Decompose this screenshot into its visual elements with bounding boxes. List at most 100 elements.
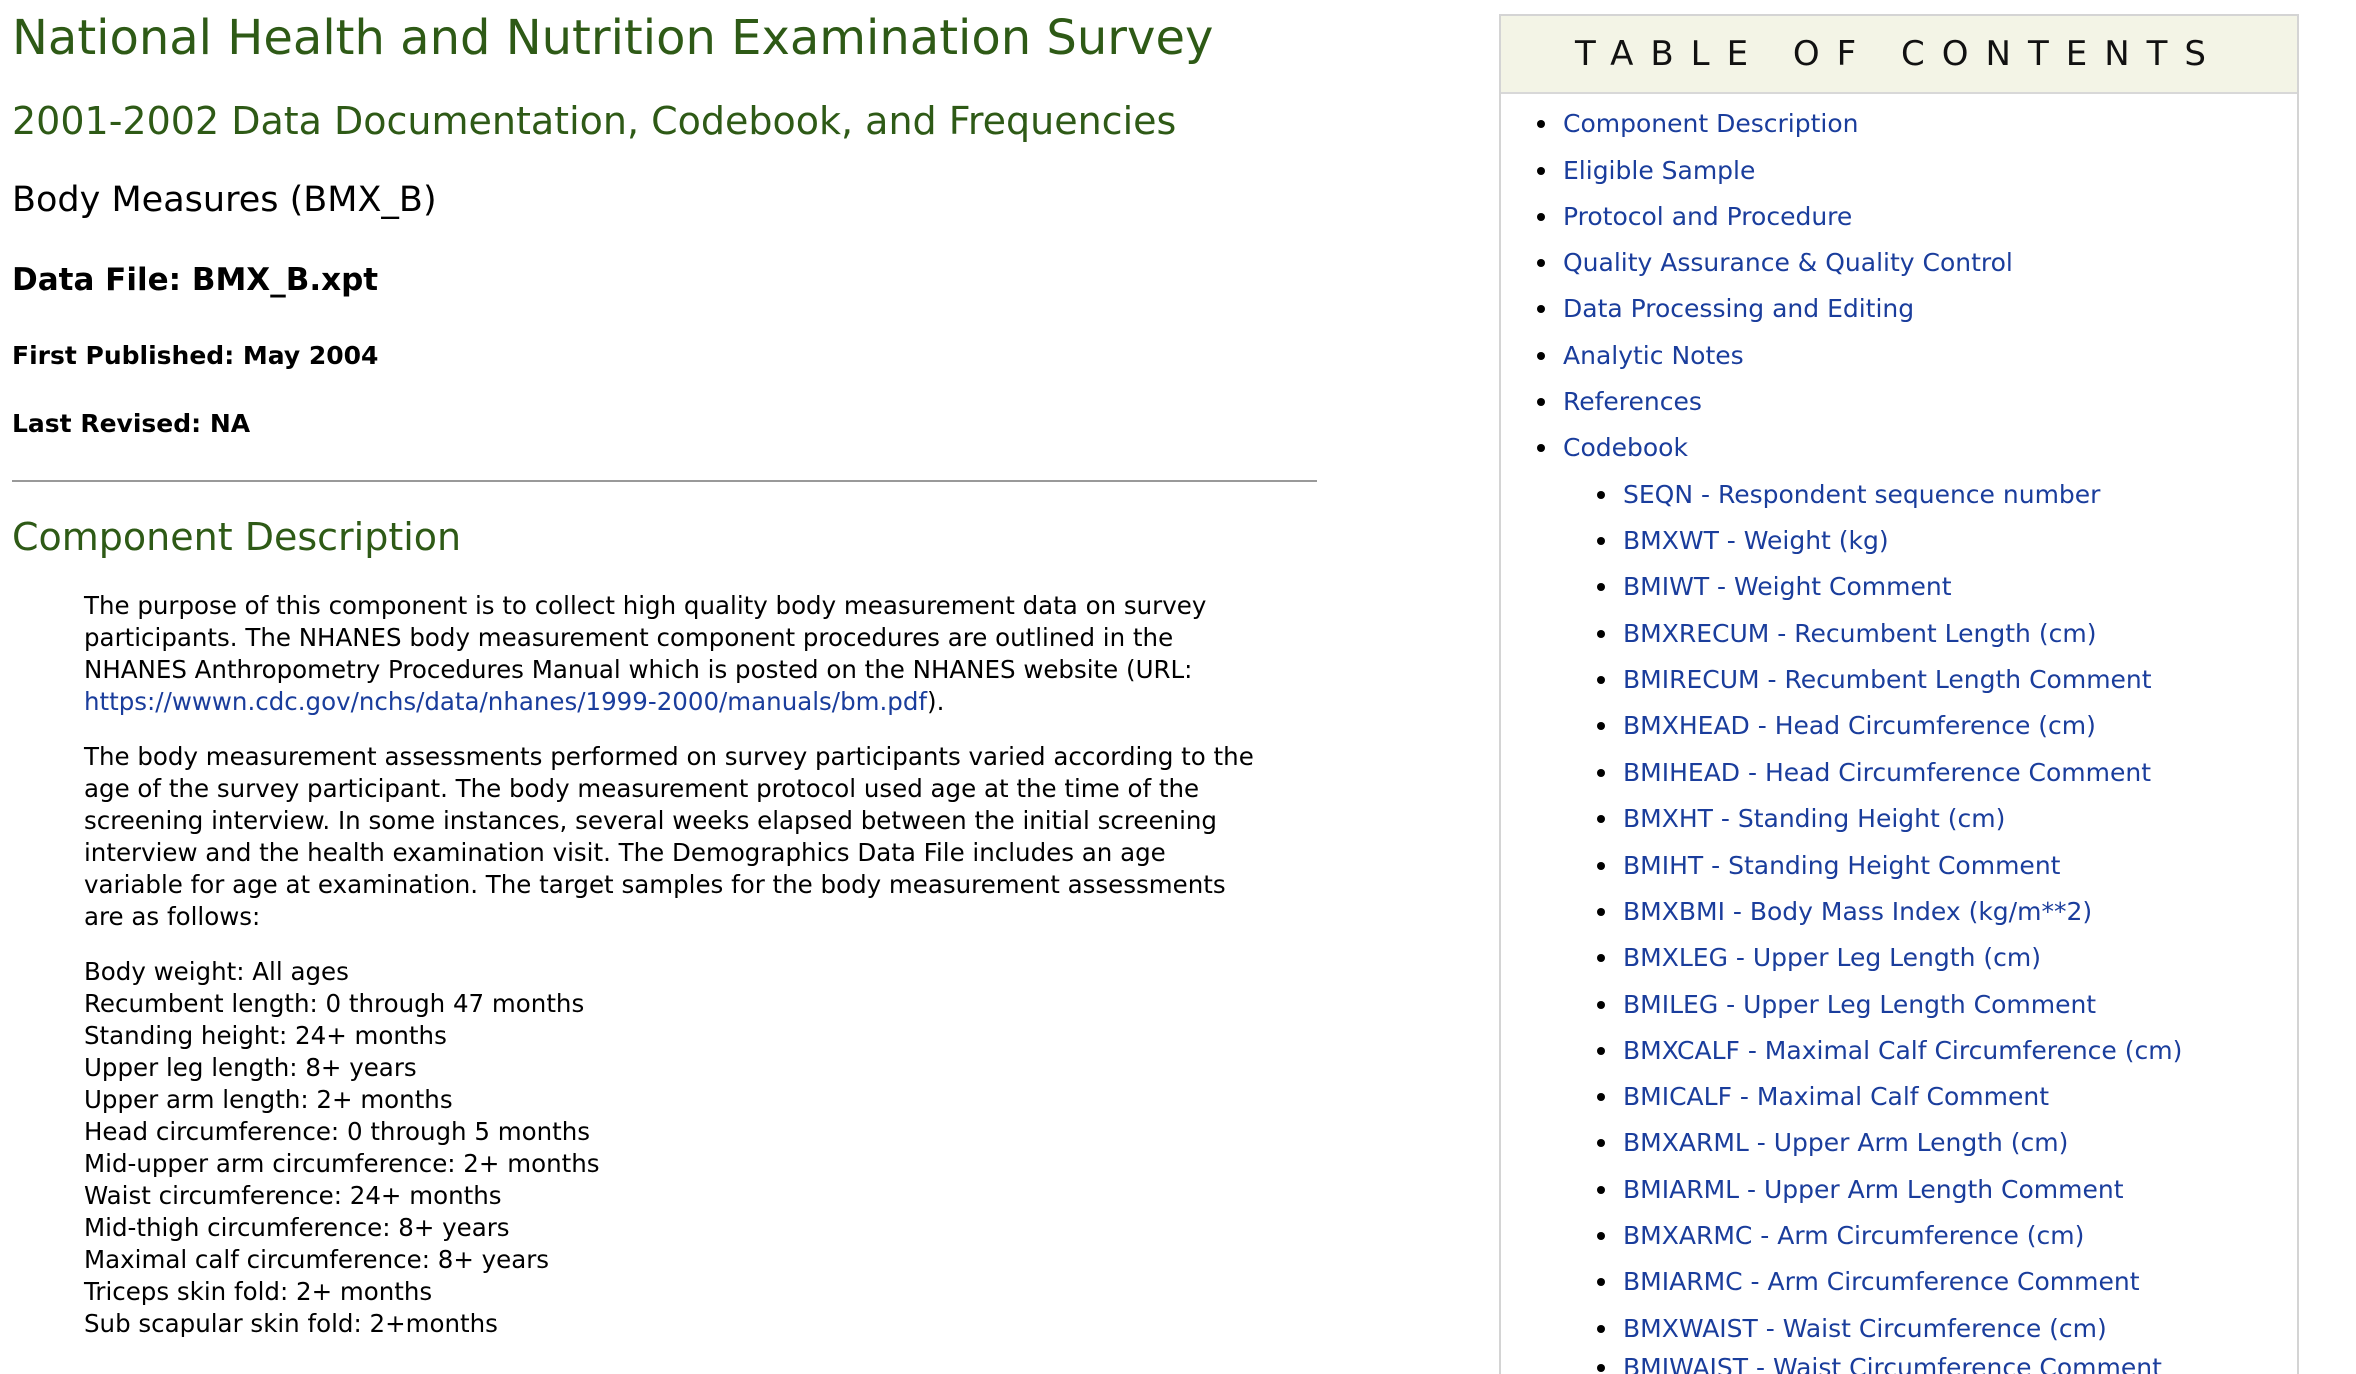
target-sample-line: Head circumference: 0 through 5 months bbox=[84, 1117, 591, 1146]
toc-variable-link[interactable]: BMXARMC - Arm Circumference (cm) bbox=[1597, 1220, 2084, 1252]
manual-link[interactable]: https://wwwn.cdc.gov/nchs/data/nhanes/19… bbox=[84, 687, 927, 716]
bullet-icon bbox=[1597, 1001, 1605, 1009]
toc-link-data-processing[interactable]: Data Processing and Editing bbox=[1537, 293, 1915, 325]
paragraph-text: The purpose of this component is to coll… bbox=[84, 591, 1207, 684]
bullet-icon bbox=[1597, 1139, 1605, 1147]
page-subtitle: 2001-2002 Data Documentation, Codebook, … bbox=[12, 99, 1177, 143]
component-title: Body Measures (BMX_B) bbox=[12, 180, 437, 220]
table-of-contents: TABLE OF CONTENTS Component Description … bbox=[1499, 14, 2299, 1374]
toc-link-label: BMIARML - Upper Arm Length Comment bbox=[1623, 1175, 2124, 1204]
divider bbox=[12, 480, 1317, 482]
toc-link-label: BMIHT - Standing Height Comment bbox=[1623, 851, 2061, 880]
toc-variable-link[interactable]: BMXHT - Standing Height (cm) bbox=[1597, 803, 2006, 835]
toc-link-label: BMXRECUM - Recumbent Length (cm) bbox=[1623, 619, 2097, 648]
bullet-icon bbox=[1537, 213, 1545, 221]
bullet-icon bbox=[1597, 908, 1605, 916]
bullet-icon bbox=[1537, 352, 1545, 360]
bullet-icon bbox=[1537, 259, 1545, 267]
page: National Health and Nutrition Examinatio… bbox=[0, 0, 2356, 1374]
toc-link-label: BMIWAIST - Waist Circumference Comment bbox=[1623, 1353, 2162, 1374]
target-sample-line: Body weight: All ages bbox=[84, 957, 349, 986]
target-sample-line: Mid-thigh circumference: 8+ years bbox=[84, 1213, 510, 1242]
bullet-icon bbox=[1597, 537, 1605, 545]
toc-variable-link[interactable]: BMXRECUM - Recumbent Length (cm) bbox=[1597, 618, 2097, 650]
toc-link-label: BMXHT - Standing Height (cm) bbox=[1623, 804, 2006, 833]
bullet-icon bbox=[1597, 722, 1605, 730]
toc-link-label: Codebook bbox=[1563, 433, 1688, 462]
toc-link-label: BMXCALF - Maximal Calf Circumference (cm… bbox=[1623, 1036, 2183, 1065]
toc-variable-link[interactable]: BMIRECUM - Recumbent Length Comment bbox=[1597, 664, 2152, 696]
bullet-icon bbox=[1597, 1364, 1605, 1372]
toc-variable-link[interactable]: BMILEG - Upper Leg Length Comment bbox=[1597, 989, 2097, 1021]
toc-link-label: BMIWT - Weight Comment bbox=[1623, 572, 1952, 601]
toc-link-label: BMXWAIST - Waist Circumference (cm) bbox=[1623, 1314, 2107, 1343]
toc-link-label: Protocol and Procedure bbox=[1563, 202, 1853, 231]
bullet-icon bbox=[1597, 1186, 1605, 1194]
bullet-icon bbox=[1597, 1232, 1605, 1240]
toc-variable-link[interactable]: BMXHEAD - Head Circumference (cm) bbox=[1597, 710, 2096, 742]
toc-variable-link[interactable]: BMIARMC - Arm Circumference Comment bbox=[1597, 1266, 2140, 1298]
bullet-icon bbox=[1597, 1093, 1605, 1101]
bullet-icon bbox=[1537, 305, 1545, 313]
toc-link-codebook[interactable]: Codebook bbox=[1537, 432, 1688, 464]
toc-variable-link[interactable]: BMXWT - Weight (kg) bbox=[1597, 525, 1889, 557]
data-file-label: Data File: BMX_B.xpt bbox=[12, 262, 379, 298]
bullet-icon bbox=[1537, 120, 1545, 128]
bullet-icon bbox=[1597, 1278, 1605, 1286]
target-sample-line: Mid-upper arm circumference: 2+ months bbox=[84, 1149, 600, 1178]
toc-variable-link[interactable]: SEQN - Respondent sequence number bbox=[1597, 479, 2100, 511]
bullet-icon bbox=[1597, 862, 1605, 870]
toc-header: TABLE OF CONTENTS bbox=[1501, 16, 2297, 94]
toc-variable-link[interactable]: BMXCALF - Maximal Calf Circumference (cm… bbox=[1597, 1035, 2183, 1067]
toc-link-analytic-notes[interactable]: Analytic Notes bbox=[1537, 340, 1744, 372]
toc-variable-link[interactable]: BMXWAIST - Waist Circumference (cm) bbox=[1597, 1313, 2107, 1345]
target-sample-line: Waist circumference: 24+ months bbox=[84, 1181, 502, 1210]
bullet-icon bbox=[1597, 769, 1605, 777]
toc-link-label: BMICALF - Maximal Calf Comment bbox=[1623, 1082, 2050, 1111]
toc-variable-link[interactable]: BMIHT - Standing Height Comment bbox=[1597, 850, 2061, 882]
toc-link-label: Quality Assurance & Quality Control bbox=[1563, 248, 2013, 277]
toc-link-label: References bbox=[1563, 387, 1702, 416]
toc-link-references[interactable]: References bbox=[1537, 386, 1702, 418]
toc-variable-link[interactable]: BMXLEG - Upper Leg Length (cm) bbox=[1597, 942, 2041, 974]
toc-link-eligible-sample[interactable]: Eligible Sample bbox=[1537, 155, 1756, 187]
toc-link-protocol[interactable]: Protocol and Procedure bbox=[1537, 201, 1853, 233]
section-heading-component-description: Component Description bbox=[12, 515, 462, 559]
component-paragraph-1: The purpose of this component is to coll… bbox=[84, 590, 1264, 718]
toc-link-label: Component Description bbox=[1563, 109, 1859, 138]
target-sample-line: Maximal calf circumference: 8+ years bbox=[84, 1245, 550, 1274]
target-sample-line: Upper leg length: 8+ years bbox=[84, 1053, 417, 1082]
toc-link-label: BMXHEAD - Head Circumference (cm) bbox=[1623, 711, 2096, 740]
last-revised: Last Revised: NA bbox=[12, 409, 251, 438]
toc-link-component-description[interactable]: Component Description bbox=[1537, 108, 1859, 140]
toc-variable-link[interactable]: BMXBMI - Body Mass Index (kg/m**2) bbox=[1597, 896, 2092, 928]
toc-link-label: BMXWT - Weight (kg) bbox=[1623, 526, 1889, 555]
target-sample-line: Recumbent length: 0 through 47 months bbox=[84, 989, 585, 1018]
bullet-icon bbox=[1597, 676, 1605, 684]
target-sample-line: Sub scapular skin fold: 2+months bbox=[84, 1309, 498, 1338]
toc-variable-link[interactable]: BMIARML - Upper Arm Length Comment bbox=[1597, 1174, 2124, 1206]
toc-link-label: Analytic Notes bbox=[1563, 341, 1744, 370]
toc-link-quality[interactable]: Quality Assurance & Quality Control bbox=[1537, 247, 2013, 279]
page-title: National Health and Nutrition Examinatio… bbox=[12, 10, 1214, 66]
component-paragraph-2: The body measurement assessments perform… bbox=[84, 741, 1264, 933]
toc-link-label: Data Processing and Editing bbox=[1563, 294, 1915, 323]
toc-link-label: BMILEG - Upper Leg Length Comment bbox=[1623, 990, 2097, 1019]
bullet-icon bbox=[1537, 444, 1545, 452]
bullet-icon bbox=[1537, 167, 1545, 175]
paragraph-text: The body measurement assessments perform… bbox=[84, 742, 1254, 931]
bullet-icon bbox=[1597, 583, 1605, 591]
target-sample-line: Triceps skin fold: 2+ months bbox=[84, 1277, 433, 1306]
bullet-icon bbox=[1597, 630, 1605, 638]
toc-variable-link[interactable]: BMIWAIST - Waist Circumference Comment bbox=[1597, 1352, 2162, 1374]
first-published: First Published: May 2004 bbox=[12, 341, 379, 370]
target-sample-line: Standing height: 24+ months bbox=[84, 1021, 447, 1050]
toc-link-label: BMIARMC - Arm Circumference Comment bbox=[1623, 1267, 2140, 1296]
toc-variable-link[interactable]: BMICALF - Maximal Calf Comment bbox=[1597, 1081, 2050, 1113]
toc-link-label: Eligible Sample bbox=[1563, 156, 1756, 185]
toc-variable-link[interactable]: BMIHEAD - Head Circumference Comment bbox=[1597, 757, 2151, 789]
target-samples-list: Body weight: All ages Recumbent length: … bbox=[84, 956, 1264, 1340]
toc-variable-link[interactable]: BMXARML - Upper Arm Length (cm) bbox=[1597, 1127, 2068, 1159]
bullet-icon bbox=[1597, 1047, 1605, 1055]
toc-variable-link[interactable]: BMIWT - Weight Comment bbox=[1597, 571, 1952, 603]
